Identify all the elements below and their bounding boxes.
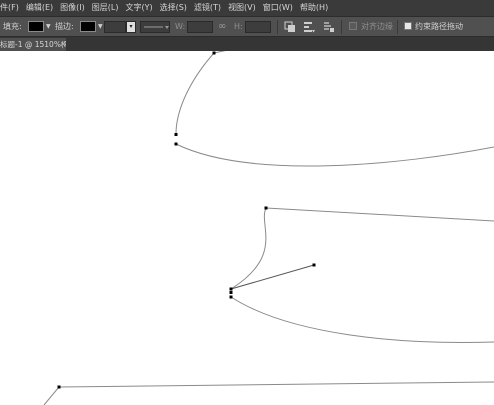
document-tab[interactable]: 标题-1 @ 1510%(RGB/8) * × <box>0 38 66 51</box>
anchor-point[interactable] <box>212 51 216 55</box>
stroke-dropdown-icon[interactable]: ▼ <box>98 17 103 36</box>
stroke-width-dropdown-button[interactable]: ▾ <box>126 21 136 33</box>
separator <box>397 20 398 34</box>
stroke-swatch[interactable] <box>80 21 96 32</box>
menu-filter[interactable]: 滤镜(T) <box>194 0 228 16</box>
stroke-line-icon <box>144 26 169 29</box>
document-tab-bar: 标题-1 @ 1510%(RGB/8) * × <box>0 37 494 51</box>
close-icon[interactable]: × <box>60 38 66 51</box>
constrain-path-checkbox[interactable] <box>404 22 412 30</box>
anchor-point[interactable] <box>229 287 233 291</box>
options-bar: 填充: ▼ 描边: ▼ ▾ W: ∞ H: 对齐边缘 约束路径拖动 <box>0 16 494 37</box>
width-field[interactable] <box>187 21 213 33</box>
menu-layer[interactable]: 图层(L) <box>92 0 126 16</box>
fill-label: 填充: <box>3 22 22 31</box>
anchor-point[interactable] <box>264 206 268 210</box>
width-label: W: <box>175 22 186 31</box>
direction-handle-point[interactable] <box>312 263 316 267</box>
menu-bar: 件(F) 编辑(E) 图像(I) 图层(L) 文字(Y) 选择(S) 滤镜(T)… <box>0 0 494 16</box>
path-alignment-icon[interactable] <box>302 20 316 34</box>
canvas-background <box>0 51 494 405</box>
menu-select[interactable]: 选择(S) <box>160 0 194 16</box>
separator <box>277 20 278 34</box>
menu-edit[interactable]: 编辑(E) <box>26 0 60 16</box>
menu-help[interactable]: 帮助(H) <box>300 0 335 16</box>
stroke-width-field[interactable] <box>104 21 126 33</box>
align-edges-checkbox[interactable] <box>349 22 357 30</box>
constrain-path-label: 约束路径拖动 <box>415 22 463 31</box>
link-dimensions-icon[interactable]: ∞ <box>218 17 226 36</box>
path-operations-icon[interactable] <box>283 20 297 34</box>
stroke-type-field[interactable] <box>140 21 170 33</box>
fill-swatch[interactable] <box>28 21 44 32</box>
anchor-point[interactable] <box>174 133 178 136</box>
separator <box>341 20 342 34</box>
menu-window[interactable]: 窗口(W) <box>263 0 300 16</box>
anchor-point[interactable] <box>57 385 61 389</box>
menu-file[interactable]: 件(F) <box>0 0 26 16</box>
menu-view[interactable]: 视图(V) <box>228 0 263 16</box>
fill-dropdown-icon[interactable]: ▼ <box>46 17 51 36</box>
document-tab-title: 标题-1 @ 1510%(RGB/8) * <box>0 40 66 49</box>
height-field[interactable] <box>245 21 271 33</box>
menu-type[interactable]: 文字(Y) <box>125 0 159 16</box>
height-label: H: <box>234 22 243 31</box>
menu-image[interactable]: 图像(I) <box>60 0 92 16</box>
anchor-point[interactable] <box>174 142 178 146</box>
stroke-label: 描边: <box>55 22 74 31</box>
align-edges-label: 对齐边缘 <box>361 22 393 31</box>
anchor-point[interactable] <box>229 291 233 294</box>
anchor-point[interactable] <box>229 295 233 299</box>
path-arrangement-icon[interactable] <box>321 20 335 34</box>
canvas[interactable] <box>0 51 494 405</box>
